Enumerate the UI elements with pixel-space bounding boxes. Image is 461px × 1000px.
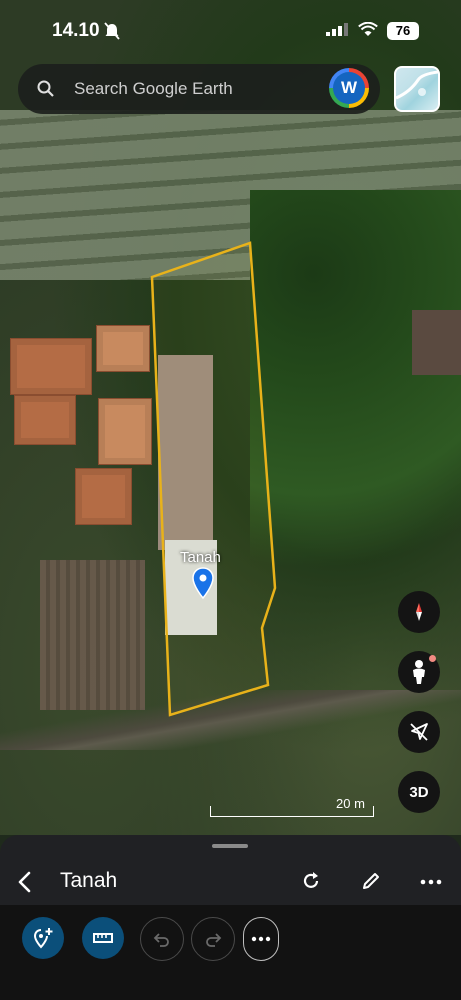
pegman-icon — [413, 660, 425, 684]
notification-dot — [429, 655, 436, 662]
redo-icon — [206, 933, 222, 947]
satellite-map[interactable]: Tanah 3D 20 m — [0, 0, 461, 835]
location-off-icon — [410, 723, 428, 741]
bell-muted-icon — [104, 22, 120, 40]
more-tools-button[interactable] — [243, 917, 279, 961]
3d-toggle-button[interactable]: 3D — [398, 771, 440, 813]
placemark-label: Tanah — [180, 549, 221, 566]
search-bar[interactable]: Search Google Earth — [18, 64, 380, 114]
ruler-icon — [93, 933, 113, 943]
add-placemark-button[interactable] — [22, 917, 64, 959]
edit-pencil-icon[interactable] — [360, 870, 382, 892]
refresh-icon[interactable] — [300, 870, 322, 892]
map-layer-icon — [395, 70, 439, 100]
status-bar: 14.10 76 — [0, 0, 461, 60]
location-button[interactable] — [398, 711, 440, 753]
undo-icon — [153, 933, 169, 947]
map-style-button[interactable] — [394, 66, 440, 112]
search-placeholder[interactable]: Search Google Earth — [74, 79, 233, 99]
undo-button[interactable] — [140, 917, 184, 961]
compass-icon — [416, 603, 422, 621]
add-pin-icon — [33, 928, 53, 949]
land-boundary-polygon[interactable] — [0, 0, 461, 835]
more-horizontal-icon — [251, 936, 271, 942]
compass-button[interactable] — [398, 591, 440, 633]
redo-button[interactable] — [191, 917, 235, 961]
back-chevron-icon[interactable] — [14, 869, 36, 895]
edit-toolbar — [0, 905, 461, 1000]
street-view-button[interactable] — [398, 651, 440, 693]
cellular-signal-icon — [326, 23, 348, 36]
avatar-initial: W — [333, 72, 365, 104]
measure-button[interactable] — [82, 917, 124, 959]
wifi-icon — [358, 22, 378, 36]
drag-handle[interactable] — [212, 844, 248, 848]
status-time: 14.10 — [52, 20, 100, 41]
account-avatar[interactable]: W — [329, 68, 369, 108]
battery-indicator: 76 — [387, 22, 419, 40]
search-icon — [37, 80, 54, 97]
more-options-icon[interactable] — [420, 879, 442, 885]
placemark-pin-icon[interactable] — [192, 567, 214, 599]
scale-label: 20 m — [336, 796, 365, 811]
project-title: Tanah — [60, 869, 118, 892]
